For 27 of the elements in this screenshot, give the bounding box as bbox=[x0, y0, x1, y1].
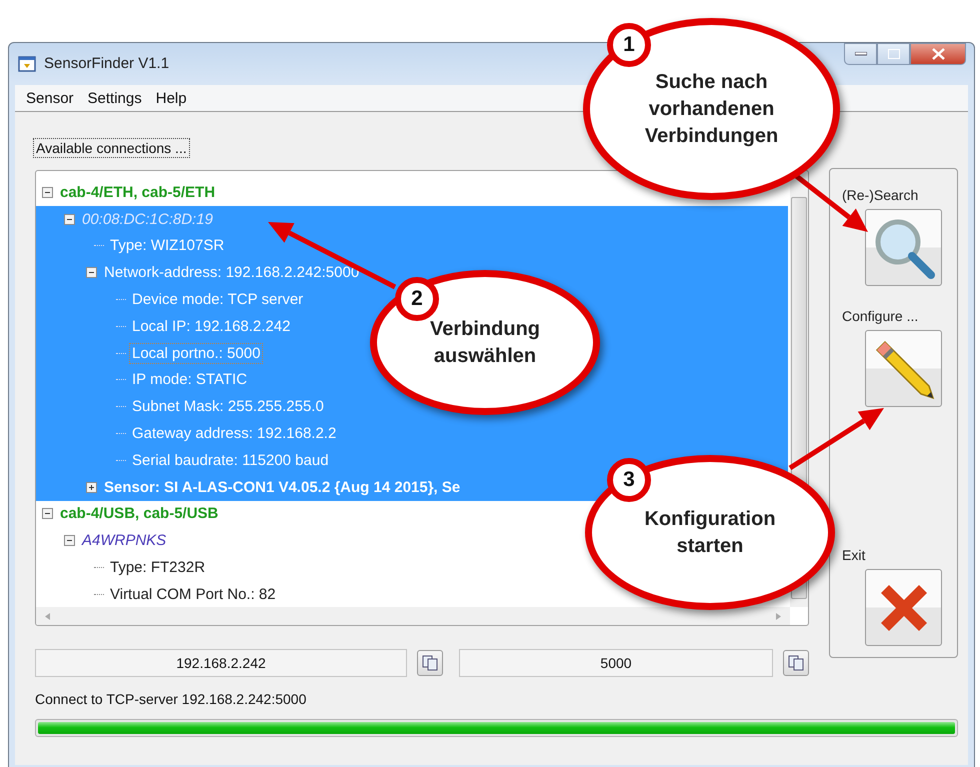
tree-item-label: cab-4/USB, cab-5/USB bbox=[59, 504, 220, 524]
tree-item-label: 00:08:DC:1C:8D:19 bbox=[81, 210, 214, 230]
tree-item-label: Gateway address: 192.168.2.2 bbox=[131, 424, 338, 444]
tree-item-label: A4WRPNKS bbox=[80, 531, 168, 552]
tree-item-label: Virtual COM Port No.: 82 bbox=[109, 584, 277, 605]
tree-item-label: Serial baudrate: 115200 baud bbox=[131, 450, 330, 471]
step-number: 3 bbox=[607, 458, 651, 502]
window-title: SensorFinder V1.1 bbox=[44, 55, 170, 73]
tree-item-label: Sensor: SI A-LAS-CON1 V4.05.2 {Aug 14 2015}, Se bbox=[103, 478, 462, 498]
step-number: 2 bbox=[395, 277, 439, 321]
tree-item-label: Subnet Mask: 255.255.255.0 bbox=[131, 397, 325, 418]
button-label: Exit bbox=[842, 547, 866, 565]
tree-item-label: Type: FT232R bbox=[109, 558, 206, 578]
tree-item-label: IP mode: STATIC bbox=[131, 370, 248, 390]
callout-text: Konfiguration starten bbox=[643, 506, 777, 558]
tree-item-label: Type: WIZ107SR bbox=[109, 236, 226, 256]
tree-item-label: Device mode: TCP server bbox=[131, 290, 304, 310]
group-label: Available connections ... bbox=[33, 138, 190, 158]
tree-item-label: Local IP: 192.168.2.242 bbox=[131, 316, 292, 337]
tree-item-label: Network-address: 192.168.2.242:5000 bbox=[103, 263, 360, 284]
tree-item-label: cab-4/ETH, cab-5/ETH bbox=[59, 182, 216, 203]
callout-text: Suche nach vorhandenen Verbindungen bbox=[644, 70, 780, 148]
tree-item-label: Local portno.: 5000 bbox=[129, 342, 264, 364]
step-number: 1 bbox=[607, 23, 651, 67]
status-text: Connect to TCP-server 192.168.2.242:5000 bbox=[35, 691, 308, 707]
button-label: (Re-)Search bbox=[842, 187, 918, 205]
button-label: Configure ... bbox=[842, 308, 918, 326]
